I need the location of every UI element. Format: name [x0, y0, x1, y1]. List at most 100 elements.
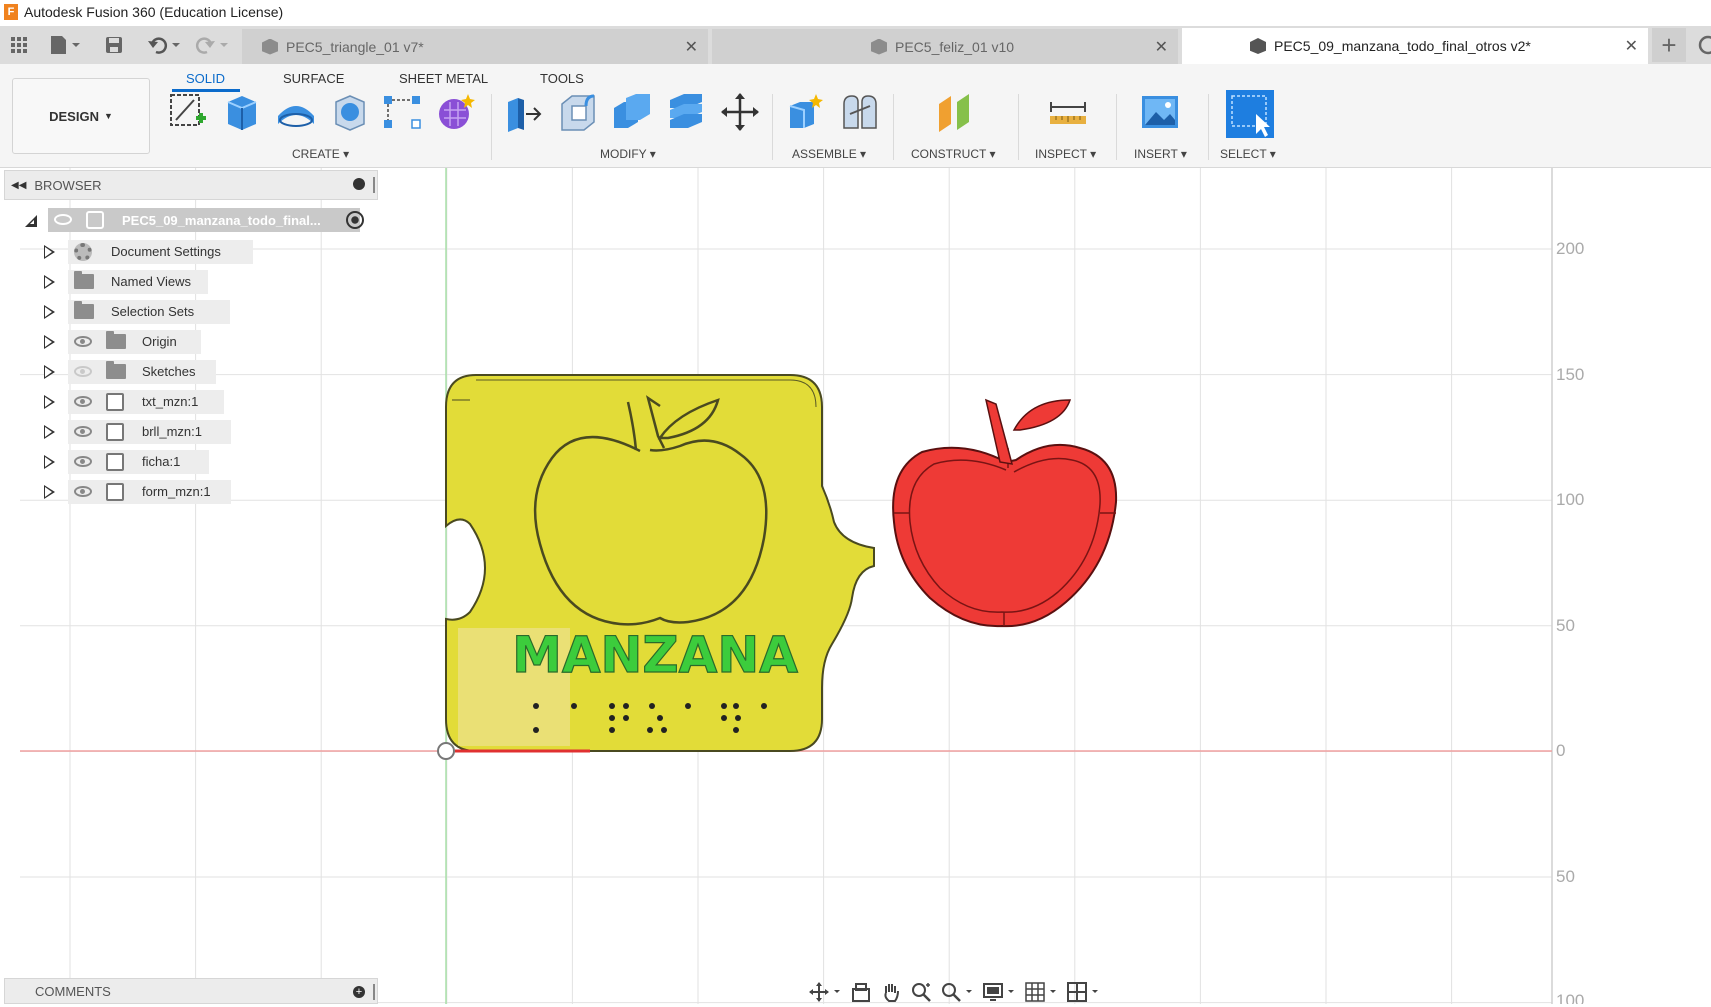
browser-item-label: Selection Sets [111, 304, 195, 319]
minimize-panel-icon[interactable] [353, 178, 365, 190]
braille-dot [609, 703, 615, 709]
tab-sheet-metal[interactable]: SHEET METAL [399, 71, 488, 86]
joint-icon[interactable] [840, 92, 880, 132]
orbit-icon[interactable] [808, 981, 842, 1003]
eye-icon[interactable] [74, 396, 92, 407]
shell-icon[interactable] [666, 92, 706, 132]
insert-canvas-icon[interactable] [1140, 92, 1180, 132]
braille-dot [609, 715, 615, 721]
fit-window-icon[interactable] [940, 981, 974, 1003]
browser-item[interactable]: txt_mzn:1 [44, 390, 344, 414]
pan-hand-icon[interactable] [880, 981, 902, 1003]
expand-triangle-icon[interactable] [44, 305, 55, 319]
browser-header[interactable]: ◀◀ BROWSER [4, 170, 378, 200]
undo-icon[interactable] [146, 32, 182, 58]
browser-item[interactable]: Origin [44, 330, 344, 354]
press-pull-icon[interactable] [504, 92, 544, 132]
design-cube-icon [1250, 38, 1266, 54]
file-menu-icon[interactable] [46, 32, 84, 58]
redo-icon[interactable] [194, 32, 230, 58]
expand-triangle-icon[interactable] [44, 455, 55, 469]
browser-item[interactable]: ficha:1 [44, 450, 344, 474]
expanded-triangle-icon[interactable] [24, 214, 38, 228]
body-icon [106, 393, 124, 411]
form-icon[interactable] [436, 92, 476, 132]
expand-triangle-icon[interactable] [44, 425, 55, 439]
expand-triangle-icon[interactable] [44, 245, 55, 259]
select-menu[interactable]: SELECT ▾ [1220, 147, 1276, 161]
braille-dot [647, 727, 653, 733]
expand-triangle-icon[interactable] [44, 335, 55, 349]
create-sketch-icon[interactable] [168, 92, 208, 132]
data-panel-grid-icon[interactable] [8, 32, 30, 58]
online-status-icon[interactable] [1696, 32, 1711, 58]
tab-pec5-feliz[interactable]: PEC5_feliz_01 v10 ✕ [712, 29, 1178, 64]
red-apple-body[interactable] [892, 398, 1118, 628]
inspect-menu[interactable]: INSPECT ▾ [1035, 147, 1096, 161]
workspace-switcher-button[interactable]: DESIGN ▼ [12, 78, 150, 154]
new-tab-button[interactable]: + [1652, 28, 1686, 62]
comments-title: COMMENTS [35, 983, 111, 999]
panel-pin-icon[interactable] [373, 177, 375, 193]
extrude-icon[interactable] [222, 92, 262, 132]
browser-item[interactable]: form_mzn:1 [44, 480, 344, 504]
eye-icon[interactable] [54, 214, 72, 225]
origin-point-icon[interactable] [437, 742, 455, 760]
pattern-icon[interactable] [382, 92, 422, 132]
expand-triangle-icon[interactable] [44, 395, 55, 409]
browser-item[interactable]: Document Settings [44, 240, 344, 264]
browser-item[interactable]: Selection Sets [44, 300, 344, 324]
expand-triangle-icon[interactable] [44, 485, 55, 499]
add-comment-icon[interactable]: + [353, 986, 365, 998]
insert-menu[interactable]: INSERT ▾ [1134, 147, 1187, 161]
move-icon[interactable] [720, 92, 760, 132]
tab-pec5-manzana[interactable]: PEC5_09_manzana_todo_final_otros v2* ✕ [1182, 28, 1648, 64]
revolve-icon[interactable] [276, 92, 316, 132]
assemble-menu[interactable]: ASSEMBLE ▾ [792, 147, 866, 161]
offset-plane-icon[interactable] [935, 92, 975, 132]
braille-dot [761, 703, 767, 709]
collapse-arrows-icon[interactable]: ◀◀ [11, 180, 26, 191]
browser-item[interactable]: brll_mzn:1 [44, 420, 344, 444]
manzana-text[interactable]: MANZANA [512, 625, 799, 684]
look-at-icon[interactable] [850, 981, 872, 1003]
browser-item[interactable]: Sketches [44, 360, 344, 384]
hole-icon[interactable] [330, 92, 370, 132]
ruler-label: 50 [1556, 616, 1575, 635]
eye-icon[interactable] [74, 366, 92, 377]
modify-menu[interactable]: MODIFY ▾ [600, 147, 656, 161]
activate-radio-icon[interactable] [346, 211, 364, 229]
browser-item[interactable]: Named Views [44, 270, 344, 294]
new-component-icon[interactable] [786, 92, 826, 132]
tab-solid[interactable]: SOLID [186, 71, 225, 86]
comments-panel[interactable]: COMMENTS + [4, 978, 378, 1004]
close-tab-icon[interactable]: ✕ [685, 37, 698, 57]
root-component-name[interactable]: PEC5_09_manzana_todo_final... [48, 208, 360, 232]
display-settings-icon[interactable] [982, 981, 1016, 1003]
expand-triangle-icon[interactable] [44, 365, 55, 379]
browser-root-row[interactable]: PEC5_09_manzana_todo_final... [20, 208, 370, 232]
zoom-icon[interactable] [910, 981, 932, 1003]
design-cube-icon [871, 38, 887, 55]
eye-icon[interactable] [74, 426, 92, 437]
eye-icon[interactable] [74, 456, 92, 467]
grid-settings-icon[interactable] [1024, 981, 1058, 1003]
tab-pec5-triangle[interactable]: PEC5_triangle_01 v7* ✕ [242, 29, 708, 64]
viewports-icon[interactable] [1066, 981, 1100, 1003]
expand-triangle-icon[interactable] [44, 275, 55, 289]
measure-icon[interactable] [1048, 92, 1088, 132]
fillet-icon[interactable] [558, 92, 598, 132]
close-tab-icon[interactable]: ✕ [1155, 37, 1168, 57]
tab-tools[interactable]: TOOLS [540, 71, 584, 86]
combine-icon[interactable] [612, 92, 652, 132]
select-icon[interactable] [1226, 90, 1274, 138]
tab-surface[interactable]: SURFACE [283, 71, 344, 86]
construct-menu[interactable]: CONSTRUCT ▾ [911, 147, 995, 161]
eye-icon[interactable] [74, 486, 92, 497]
braille-dot [733, 727, 739, 733]
save-icon[interactable] [102, 32, 126, 58]
panel-pin-icon[interactable] [373, 984, 375, 1000]
close-tab-icon[interactable]: ✕ [1625, 36, 1638, 56]
eye-icon[interactable] [74, 336, 92, 347]
create-menu[interactable]: CREATE ▾ [292, 147, 349, 161]
